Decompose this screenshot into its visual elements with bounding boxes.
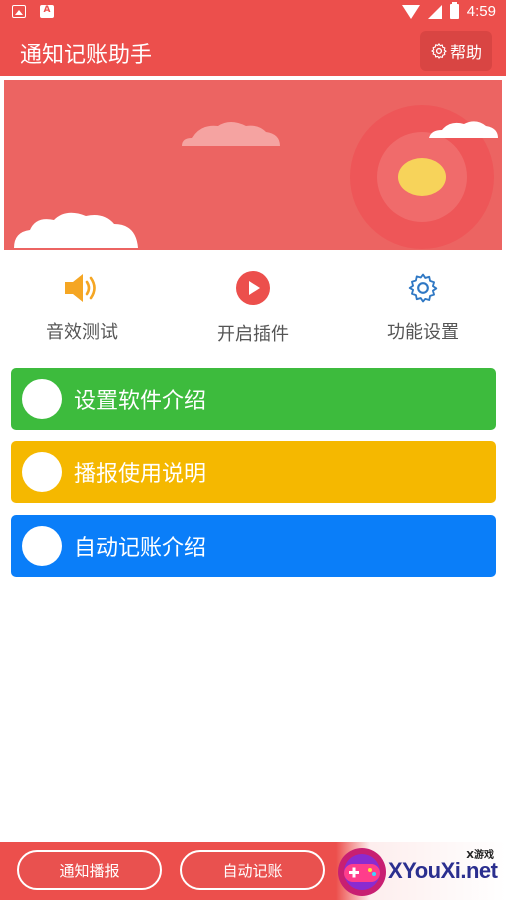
gear-icon bbox=[431, 43, 447, 59]
notification-broadcast-button[interactable]: 通知播报 bbox=[17, 850, 162, 890]
bottom-bar: 通知播报 自动记账 X游戏 XYouXi.net bbox=[0, 842, 506, 900]
gamepad-logo-icon bbox=[338, 848, 386, 896]
card-broadcast-guide[interactable]: 播报使用说明 bbox=[11, 441, 496, 503]
card-label: 设置软件介绍 bbox=[74, 389, 207, 414]
quick-action-sound-test[interactable]: 音效测试 bbox=[7, 268, 157, 344]
battery-icon bbox=[449, 2, 459, 19]
card-circle-icon bbox=[22, 452, 62, 492]
app-notification-icon: A bbox=[40, 5, 54, 18]
signal-icon bbox=[427, 4, 442, 19]
app-title: 通知记账助手 bbox=[20, 43, 153, 68]
status-bar: A 4:59 bbox=[0, 0, 506, 26]
help-label: 帮助 bbox=[449, 43, 482, 62]
card-software-intro[interactable]: 设置软件介绍 bbox=[11, 368, 496, 430]
quick-action-label: 功能设置 bbox=[387, 322, 459, 343]
card-label: 播报使用说明 bbox=[74, 462, 207, 487]
quick-action-enable-plugin[interactable]: 开启插件 bbox=[178, 268, 328, 346]
play-icon bbox=[236, 271, 270, 305]
card-auto-bookkeeping-intro[interactable]: 自动记账介绍 bbox=[11, 515, 496, 577]
card-circle-icon bbox=[22, 379, 62, 419]
quick-action-label: 开启插件 bbox=[217, 324, 289, 345]
status-time: 4:59 bbox=[466, 3, 496, 20]
speaker-icon bbox=[65, 274, 96, 302]
watermark-brand: XYouXi.net bbox=[388, 858, 498, 883]
gear-icon bbox=[408, 273, 438, 303]
help-button[interactable]: 帮助 bbox=[420, 31, 492, 71]
quick-action-label: 音效测试 bbox=[46, 322, 118, 343]
wifi-icon bbox=[401, 4, 420, 19]
auto-bookkeeping-button[interactable]: 自动记账 bbox=[180, 850, 325, 890]
quick-actions: 音效测试 开启插件 功能设置 bbox=[0, 268, 506, 348]
app-bar: 通知记账助手 帮助 bbox=[0, 26, 506, 76]
banner-illustration bbox=[4, 80, 502, 250]
card-label: 自动记账介绍 bbox=[74, 536, 207, 561]
gallery-notification-icon bbox=[12, 5, 26, 18]
quick-action-settings[interactable]: 功能设置 bbox=[348, 268, 498, 344]
watermark: X游戏 XYouXi.net bbox=[336, 842, 506, 900]
card-circle-icon bbox=[22, 526, 62, 566]
